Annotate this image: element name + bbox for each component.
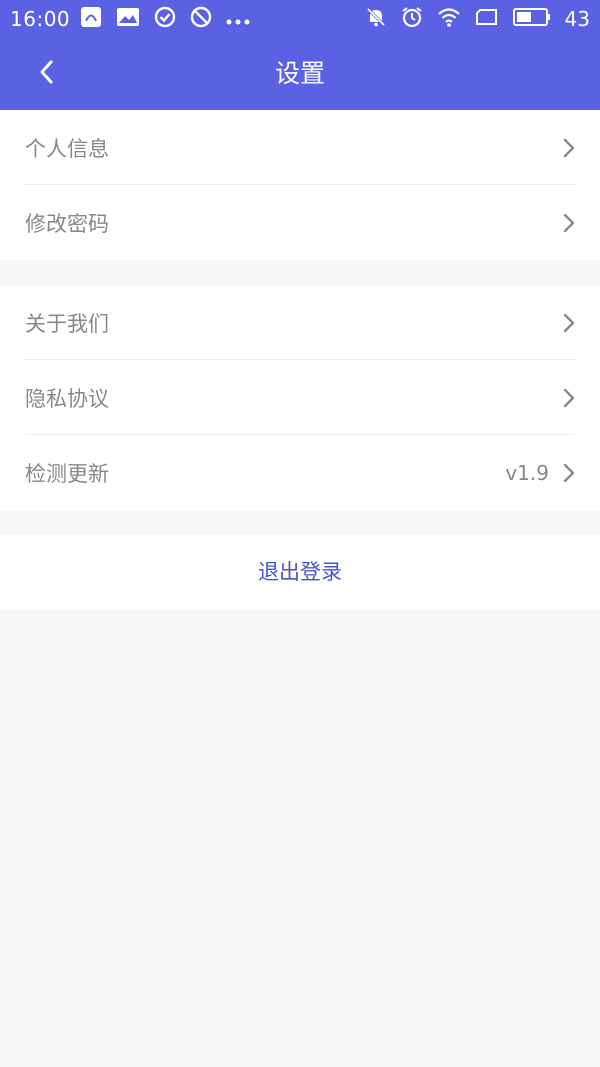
chevron-right-icon <box>563 138 575 158</box>
settings-item-label: 关于我们 <box>25 311 109 336</box>
settings-item-label: 修改密码 <box>25 211 109 236</box>
app-notification-icon <box>80 6 102 32</box>
settings-item-check-update[interactable]: 检测更新 v1.9 <box>0 435 600 510</box>
chevron-right-icon <box>563 213 575 233</box>
settings-item-about-us[interactable]: 关于我们 <box>0 285 600 360</box>
settings-item-label: 检测更新 <box>25 461 109 486</box>
more-dots-icon <box>226 10 250 29</box>
check-circle-icon <box>154 6 176 32</box>
block-icon <box>190 6 212 32</box>
logout-button[interactable]: 退出登录 <box>0 535 600 610</box>
mute-bell-icon <box>365 6 387 32</box>
status-time: 16:00 <box>10 7 71 31</box>
battery-icon <box>512 8 551 30</box>
settings-group-account: 个人信息 修改密码 <box>0 110 600 260</box>
settings-item-label: 个人信息 <box>25 136 109 161</box>
settings-item-profile[interactable]: 个人信息 <box>0 110 600 185</box>
photo-icon <box>116 7 140 31</box>
alarm-icon <box>401 6 423 32</box>
settings-group-about: 关于我们 隐私协议 检测更新 v1.9 <box>0 285 600 510</box>
page-title: 设置 <box>274 59 325 88</box>
chevron-right-icon <box>563 388 575 408</box>
settings-item-change-password[interactable]: 修改密码 <box>0 185 600 260</box>
status-left-icons <box>80 6 250 32</box>
settings-item-privacy-policy[interactable]: 隐私协议 <box>0 360 600 435</box>
wifi-icon <box>437 7 461 31</box>
status-bar: 16:00 43 <box>0 0 600 38</box>
version-value: v1.9 <box>505 460 549 485</box>
sim-icon <box>475 8 499 30</box>
settings-item-label: 隐私协议 <box>25 386 109 411</box>
status-right-icons: 43 <box>365 6 590 32</box>
chevron-right-icon <box>563 463 575 483</box>
title-bar: 设置 <box>0 38 600 110</box>
battery-level: 43 <box>564 7 590 31</box>
chevron-right-icon <box>563 313 575 333</box>
